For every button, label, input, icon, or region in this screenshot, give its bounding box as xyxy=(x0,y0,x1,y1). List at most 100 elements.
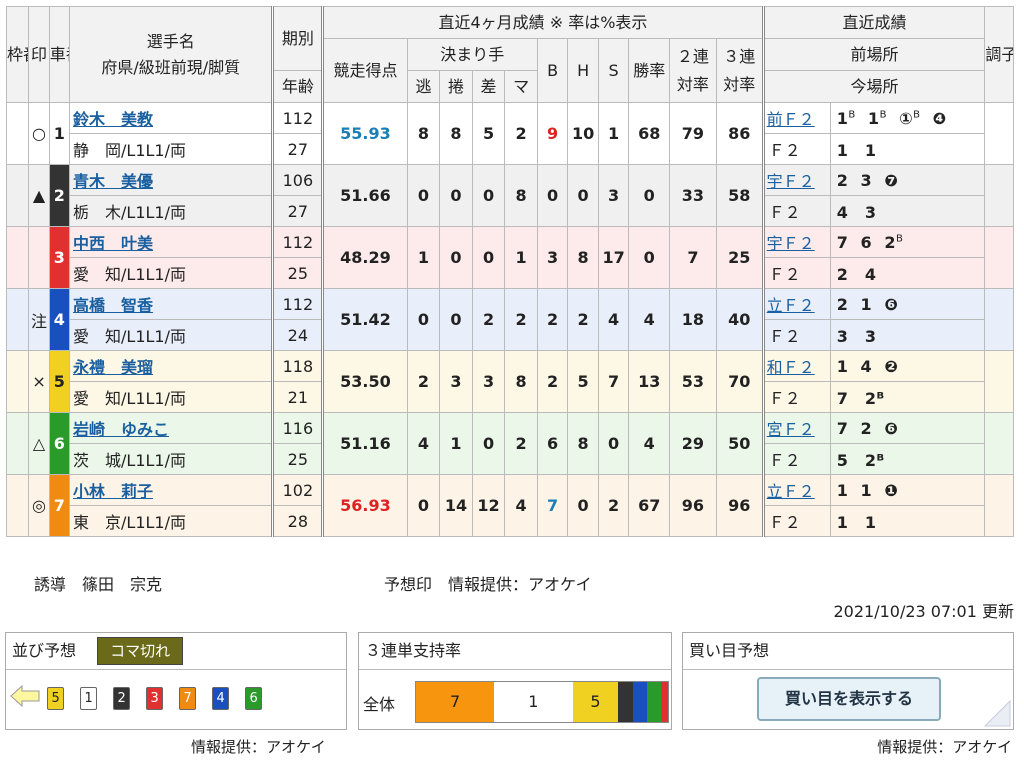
cho-cell xyxy=(984,412,1014,475)
s-cell: 2 xyxy=(597,474,630,537)
rider-name-link[interactable]: 小林 莉子 xyxy=(69,474,275,506)
col-ki: 期別 xyxy=(272,6,324,71)
cho-cell xyxy=(984,288,1014,351)
ma-cell: 2 xyxy=(504,288,538,351)
support-panel: ３連単支持率 全体 715 xyxy=(358,632,672,730)
win-cell: 13 xyxy=(628,350,671,413)
s-cell: 4 xyxy=(597,288,630,351)
prev-place-link[interactable]: 宮Ｆ２ xyxy=(761,412,831,444)
nige-cell: 8 xyxy=(406,102,441,165)
score-cell: 56.93 xyxy=(321,474,408,537)
now-results: 4 3 xyxy=(829,195,986,227)
cho-cell xyxy=(984,164,1014,227)
mark-cell: ◎ xyxy=(28,474,50,537)
nige-cell: 1 xyxy=(406,226,441,289)
score-cell: 48.29 xyxy=(321,226,408,289)
makuri-cell: 0 xyxy=(439,164,473,227)
s-cell: 1 xyxy=(597,102,630,165)
car-number: 3 xyxy=(48,226,71,289)
ki-cell: 112 xyxy=(272,102,324,134)
s-cell: 17 xyxy=(597,226,630,289)
prev-result: 1 xyxy=(836,108,849,128)
prev-place-link[interactable]: 立Ｆ２ xyxy=(761,288,831,320)
col-ren2: ２連 対率 xyxy=(669,38,717,103)
waku-cell xyxy=(5,412,30,475)
ren3-cell: 40 xyxy=(715,288,765,351)
waku-cell xyxy=(5,226,30,289)
prev-place-link[interactable]: 宇Ｆ２ xyxy=(761,164,831,196)
waku-cell xyxy=(5,288,30,351)
result-sup: B xyxy=(913,109,921,121)
mark-cell: ○ xyxy=(28,102,50,165)
age-cell: 27 xyxy=(272,133,324,165)
latest-header: 直近成績 xyxy=(761,6,986,39)
car-number: 5 xyxy=(48,350,71,413)
h-cell: 2 xyxy=(567,288,599,351)
win-cell: 67 xyxy=(628,474,671,537)
ren3-cell: 96 xyxy=(715,474,765,537)
prev-result: ❷ xyxy=(884,356,899,376)
narabi-chip: 3 xyxy=(146,686,164,710)
now-place: Ｆ２ xyxy=(761,381,831,413)
col-cho: 調子 xyxy=(984,6,1014,103)
corner-fold-icon xyxy=(983,699,1011,727)
prev-result: 2 xyxy=(836,170,849,190)
prev-result: 2 xyxy=(884,232,896,252)
col-s: S xyxy=(597,38,630,103)
ma-cell: 2 xyxy=(504,102,538,165)
rider-name-link[interactable]: 鈴木 美教 xyxy=(69,102,275,134)
now-header: 今場所 xyxy=(761,70,986,103)
result-sup: B xyxy=(848,109,856,121)
win-cell: 0 xyxy=(628,164,671,227)
narabi-chip: 5 xyxy=(47,686,65,710)
rider-name-link[interactable]: 中西 叶美 xyxy=(69,226,275,258)
ren2-cell: 96 xyxy=(669,474,717,537)
cho-cell xyxy=(984,102,1014,165)
arrow-left-icon xyxy=(10,684,40,711)
nige-cell: 2 xyxy=(406,350,441,413)
nige-cell: 0 xyxy=(406,164,441,227)
age-cell: 21 xyxy=(272,381,324,413)
now-place: Ｆ２ xyxy=(761,443,831,475)
narabi-header: 並び予想 コマ切れ xyxy=(6,633,346,670)
ren3-cell: 70 xyxy=(715,350,765,413)
now-place: Ｆ２ xyxy=(761,195,831,227)
h-cell: 10 xyxy=(567,102,599,165)
win-cell: 4 xyxy=(628,288,671,351)
result-sup: B xyxy=(879,109,887,121)
cho-cell xyxy=(984,350,1014,413)
col-waku: 枠番 xyxy=(5,6,30,103)
prev-place-link[interactable]: 立Ｆ２ xyxy=(761,474,831,506)
prev-result: 1 xyxy=(836,356,849,376)
support-bar: 715 xyxy=(415,681,669,723)
age-cell: 25 xyxy=(272,257,324,289)
rider-name-link[interactable]: 高橋 智香 xyxy=(69,288,275,320)
narabi-chip: 7 xyxy=(179,686,197,710)
b-cell: 9 xyxy=(536,102,569,165)
h-cell: 8 xyxy=(567,226,599,289)
sashi-cell: 2 xyxy=(471,288,506,351)
support-segment xyxy=(661,682,668,722)
rider-name-link[interactable]: 永禮 美瑠 xyxy=(69,350,275,382)
rider-name-link[interactable]: 岩崎 ゆみこ xyxy=(69,412,275,444)
show-kaime-button[interactable]: 買い目を表示する xyxy=(757,677,941,721)
updated-time: 2021/10/23 07:01 更新 xyxy=(833,602,1014,621)
prev-result: 7 xyxy=(836,418,849,438)
prev-result: ❹ xyxy=(932,108,947,128)
makuri-cell: 8 xyxy=(439,102,473,165)
prev-place-link[interactable]: 前Ｆ２ xyxy=(761,102,831,134)
narabi-panel: 並び予想 コマ切れ 5123746 xyxy=(5,632,347,730)
prev-result: 7 xyxy=(836,232,849,252)
ki-cell: 112 xyxy=(272,288,324,320)
narabi-line: 5123746 xyxy=(10,684,278,711)
rider-name-link[interactable]: 青木 美優 xyxy=(69,164,275,196)
prev-place-link[interactable]: 和Ｆ２ xyxy=(761,350,831,382)
table-row: ○ 1 鈴木 美教 112 55.93 8 8 5 2 9 10 1 68 79 86 前Ｆ２ 1B 1B ①B… xyxy=(5,102,1014,165)
narabi-credit: 情報提供：アオケイ xyxy=(191,738,326,756)
prev-place-link[interactable]: 宇Ｆ２ xyxy=(761,226,831,258)
narabi-chip: 2 xyxy=(113,686,131,710)
ren3-cell: 58 xyxy=(715,164,765,227)
now-results: 2 4 xyxy=(829,257,986,289)
ren2-cell: 33 xyxy=(669,164,717,227)
col-mark: 印 xyxy=(28,6,50,103)
